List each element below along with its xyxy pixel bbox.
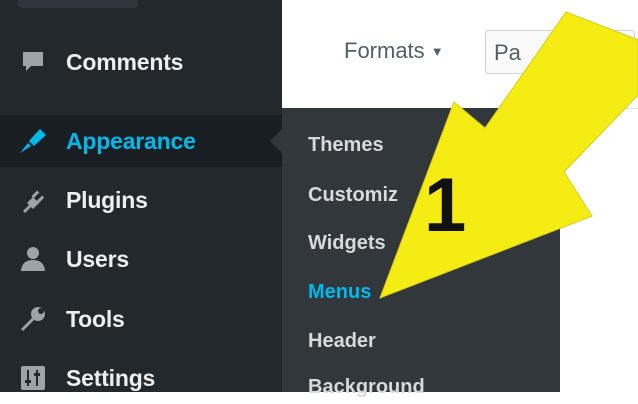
submenu-item-background[interactable]: Background [308,376,425,399]
sidebar-item-label: Appearance [66,127,196,154]
sidebar-item-users[interactable]: Users [0,233,282,285]
sidebar-item-appearance[interactable]: Appearance [0,115,282,167]
sidebar-item-comments[interactable]: Comments [0,36,282,88]
wrench-icon [18,304,48,334]
sidebar-item-label: Plugins [66,186,148,213]
sidebar-item-plugins[interactable]: Plugins [0,174,282,226]
sidebar-item-label: Users [66,245,129,272]
submenu-item-header[interactable]: Header [308,330,376,353]
plug-icon [18,185,48,215]
sidebar-item-label: Tools [66,305,125,332]
paintbrush-icon [18,126,48,156]
formats-dropdown[interactable]: Formats ▼ [344,38,444,64]
paragraph-label: Pa [494,40,521,65]
sidebar-item-label: Comments [66,48,184,75]
paragraph-dropdown[interactable]: Pa [485,30,635,74]
submenu-item-menus[interactable]: Menus [308,281,371,304]
submenu-item-widgets[interactable]: Widgets [308,232,386,255]
settings-icon [18,363,48,393]
annotation-number: 1 [424,163,467,248]
active-menu-pointer [270,129,282,153]
comment-icon [18,47,48,77]
sidebar-item-label: Settings [66,364,156,391]
sidebar-item-settings[interactable]: Settings [0,352,282,404]
submenu-item-customize[interactable]: Customiz [308,184,398,207]
user-icon [18,244,48,274]
submenu-item-themes[interactable]: Themes [308,134,384,157]
admin-sidebar: Comments Appearance Plugins Users Tools … [0,0,282,392]
sidebar-item-tools[interactable]: Tools [0,293,282,345]
formats-label: Formats [344,38,425,63]
chevron-down-icon: ▼ [430,44,444,59]
sidebar-item-cutoff[interactable] [18,0,138,8]
appearance-submenu: Themes Customiz Widgets Menus Header Bac… [282,108,560,398]
